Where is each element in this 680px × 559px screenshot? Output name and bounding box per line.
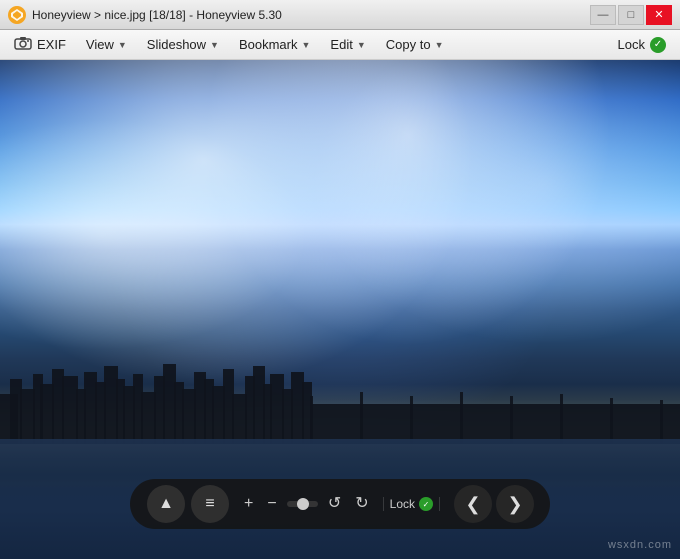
slideshow-dropdown-arrow: ▼ — [210, 40, 219, 50]
slideshow-menu[interactable]: Slideshow ▼ — [139, 34, 227, 55]
title-left: Honeyview > nice.jpg [18/18] - Honeyview… — [8, 6, 282, 24]
app-icon — [8, 6, 26, 24]
minimize-button[interactable]: — — [590, 5, 616, 25]
eject-button[interactable]: ▲ — [147, 485, 185, 523]
watermark: wsxdn.com — [608, 539, 672, 551]
lock-check-icon: ✓ — [650, 37, 666, 53]
copyto-label: Copy to — [386, 37, 431, 52]
bookmark-dropdown-arrow: ▼ — [302, 40, 311, 50]
lock-toolbar: Lock ✓ — [383, 497, 440, 511]
bookmark-menu[interactable]: Bookmark ▼ — [231, 34, 318, 55]
view-menu[interactable]: View ▼ — [78, 34, 135, 55]
prev-button[interactable]: ❮ — [454, 485, 492, 523]
toolbar-overlay: ▲ ≡ + − ↺ ↻ Lock ✓ ❮ — [130, 479, 550, 529]
menu-bar: EXIF View ▼ Slideshow ▼ Bookmark ▼ Edit … — [0, 30, 680, 60]
rotate-left-button[interactable]: ↺ — [324, 496, 345, 512]
lock-toolbar-label: Lock — [390, 497, 415, 511]
slideshow-label: Slideshow — [147, 37, 206, 52]
seek-slider[interactable] — [287, 501, 318, 507]
lock-toolbar-check-icon: ✓ — [419, 497, 433, 511]
lock-label: Lock — [618, 37, 645, 52]
slider-area: + − ↺ ↻ Lock ✓ — [240, 496, 444, 512]
edit-label: Edit — [330, 37, 352, 52]
camera-icon — [14, 36, 32, 53]
title-bar: Honeyview > nice.jpg [18/18] - Honeyview… — [0, 0, 680, 30]
view-label: View — [86, 37, 114, 52]
exif-button[interactable]: EXIF — [6, 33, 74, 56]
close-button[interactable]: ✕ — [646, 5, 672, 25]
image-area: wsxdn.com ▲ ≡ + − ↺ ↻ Lock ✓ — [0, 60, 680, 559]
exif-label: EXIF — [37, 37, 66, 52]
next-button[interactable]: ❯ — [496, 485, 534, 523]
zoom-in-button[interactable]: + — [240, 496, 257, 512]
zoom-out-button[interactable]: − — [263, 496, 280, 512]
next-icon: ❯ — [507, 494, 522, 515]
edit-dropdown-arrow: ▼ — [357, 40, 366, 50]
buildings-silhouette — [0, 354, 680, 444]
seek-thumb — [297, 498, 309, 510]
view-dropdown-arrow: ▼ — [118, 40, 127, 50]
copyto-dropdown-arrow: ▼ — [435, 40, 444, 50]
eject-icon: ▲ — [158, 495, 174, 513]
lock-menu[interactable]: Lock ✓ — [610, 34, 674, 56]
edit-menu[interactable]: Edit ▼ — [322, 34, 373, 55]
maximize-button[interactable]: □ — [618, 5, 644, 25]
menu-icon: ≡ — [205, 495, 214, 513]
copyto-menu[interactable]: Copy to ▼ — [378, 34, 452, 55]
prev-icon: ❮ — [465, 494, 480, 515]
menu-button[interactable]: ≡ — [191, 485, 229, 523]
bookmark-label: Bookmark — [239, 37, 298, 52]
title-text: Honeyview > nice.jpg [18/18] - Honeyview… — [32, 8, 282, 22]
rotate-right-button[interactable]: ↻ — [351, 496, 372, 512]
title-controls: — □ ✕ — [590, 5, 672, 25]
